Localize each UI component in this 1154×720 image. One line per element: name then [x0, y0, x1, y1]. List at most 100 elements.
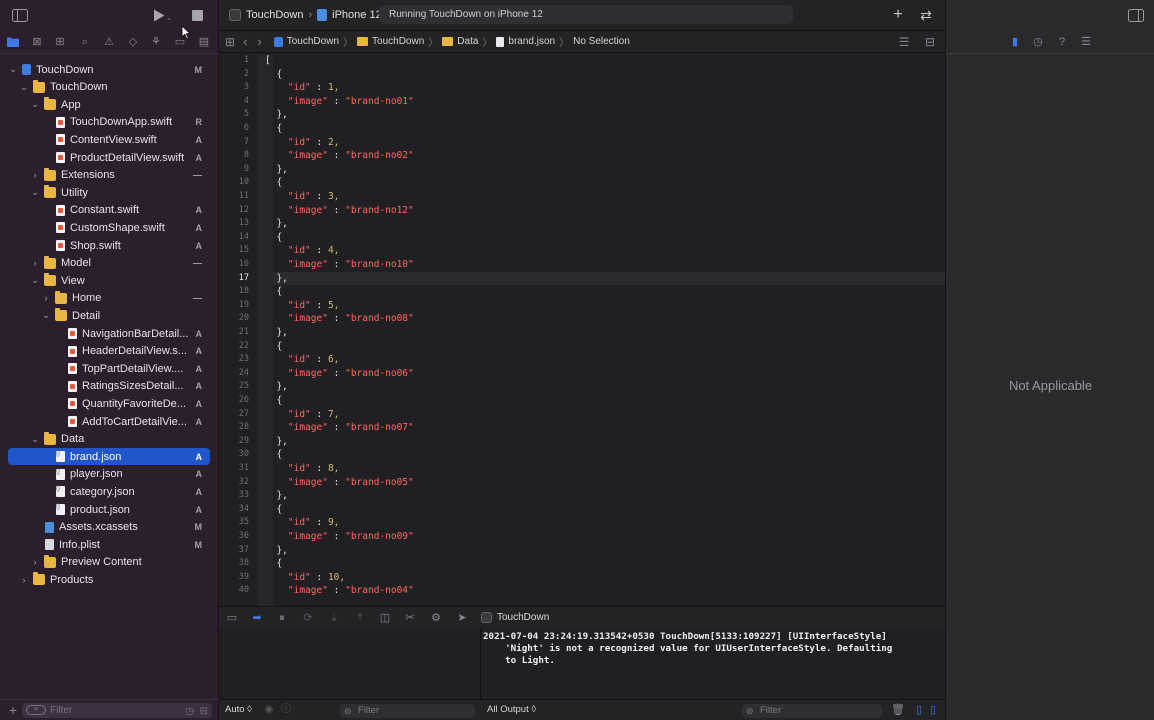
code-line[interactable]: "id" : 9, [265, 516, 340, 530]
code-line[interactable]: { [265, 68, 282, 82]
output-scope-selector[interactable]: All Output ◊ [487, 704, 536, 715]
attributes-inspector-icon[interactable]: ☰ [1080, 35, 1092, 49]
tree-item-file[interactable]: ContentView.swift A [8, 131, 210, 148]
code-line[interactable]: "id" : 3, [265, 190, 340, 204]
test-navigator-icon[interactable]: ◇ [127, 35, 139, 49]
scheme-device[interactable]: iPhone 12 [332, 9, 382, 21]
breakpoint-navigator-icon[interactable]: ▭ [174, 35, 186, 49]
tree-item-group[interactable]: ⌄ App [8, 96, 210, 113]
code-line[interactable]: "id" : 5, [265, 299, 340, 313]
breadcrumb-group[interactable]: TouchDown [357, 36, 424, 47]
history-inspector-icon[interactable]: ◷ [1032, 35, 1044, 49]
chevron-right-icon[interactable]: › [30, 258, 40, 268]
tree-item-file[interactable]: player.json A [8, 466, 210, 483]
step-over-icon[interactable]: ⟳ [302, 612, 314, 624]
code-line[interactable]: }, [265, 326, 287, 340]
variables-view-toggle-icon[interactable]: ▯ [913, 704, 925, 716]
chevron-down-icon[interactable]: ⌄ [166, 14, 172, 22]
tree-item-group[interactable]: › Products [8, 571, 210, 588]
sidebar-toggle-icon[interactable] [12, 8, 28, 22]
split-editor-icon[interactable]: ⊟ [923, 36, 937, 48]
code-line[interactable]: { [265, 557, 282, 571]
navigator-filter-input[interactable]: ≡ Filter ◷ ⊟ [22, 703, 212, 718]
tree-item-file[interactable]: Constant.swift A [8, 202, 210, 219]
chevron-down-icon[interactable]: ⌄ [8, 64, 18, 75]
breadcrumb-data[interactable]: Data [442, 36, 478, 47]
trash-icon[interactable]: 🗑 [891, 704, 905, 716]
code-line[interactable]: }, [265, 217, 287, 231]
breakpoints-toggle-icon[interactable]: ➡ [250, 612, 264, 624]
chevron-down-icon[interactable]: ⌄ [41, 310, 51, 321]
source-editor[interactable]: 1 2 3 4 5 6 7 8 9 10 11 12 13 14 15 16 1… [219, 54, 945, 606]
tree-item-file[interactable]: TopPartDetailView.... A [8, 360, 210, 377]
scm-filter-icon[interactable]: ⊟ [200, 704, 208, 719]
info-icon[interactable]: ⓘ [280, 704, 292, 716]
chevron-down-icon[interactable]: ⌄ [30, 275, 40, 286]
tree-item-file[interactable]: AddToCartDetailVie... A [8, 413, 210, 430]
code-line[interactable]: }, [265, 272, 287, 286]
recent-files-icon[interactable]: ◷ [185, 704, 194, 719]
related-items-icon[interactable]: ⊞ [225, 36, 235, 48]
console-output[interactable]: 2021-07-04 23:24:19.313542+0530 TouchDow… [481, 628, 945, 699]
chevron-right-icon[interactable]: › [19, 575, 29, 585]
tree-item-file[interactable]: Shop.swift A [8, 237, 210, 254]
inspector-toggle-icon[interactable] [1128, 8, 1144, 22]
library-add-icon[interactable]: + [891, 7, 905, 23]
code-line[interactable]: { [265, 503, 282, 517]
code-line[interactable]: "image" : "brand-no04" [265, 584, 414, 598]
code-line[interactable]: "image" : "brand-no12" [265, 204, 414, 218]
code-line[interactable]: }, [265, 163, 287, 177]
code-line[interactable]: { [265, 231, 282, 245]
warning-icon[interactable]: ⚠ [103, 35, 115, 49]
code-line[interactable]: "id" : 4, [265, 244, 340, 258]
variables-filter-input[interactable]: ⊜ Filter [340, 704, 475, 718]
tree-item-group[interactable]: › Model — [8, 255, 210, 272]
code-line[interactable]: "id" : 2, [265, 136, 340, 150]
code-line[interactable]: "id" : 8, [265, 462, 340, 476]
tree-item-group[interactable]: › Preview Content [8, 554, 210, 571]
code-line[interactable]: { [265, 340, 282, 354]
tree-item-file[interactable]: RatingsSizesDetail... A [8, 378, 210, 395]
run-button[interactable] [151, 7, 167, 23]
code-line[interactable]: "image" : "brand-no10" [265, 258, 414, 272]
chevron-down-icon[interactable]: ⌄ [30, 434, 40, 445]
chevron-right-icon[interactable]: › [30, 170, 40, 180]
chevron-right-icon[interactable]: › [30, 557, 40, 567]
code-line[interactable]: }, [265, 489, 287, 503]
code-line[interactable]: }, [265, 108, 287, 122]
memory-graph-icon[interactable]: ✂ [404, 612, 416, 624]
console-view-toggle-icon[interactable]: ▯ [927, 704, 939, 716]
stop-button[interactable] [190, 8, 204, 22]
tree-item-file[interactable]: QuantityFavoriteDe... A [8, 395, 210, 412]
code-line[interactable]: { [265, 394, 282, 408]
code-line[interactable]: "image" : "brand-no07" [265, 421, 414, 435]
help-inspector-icon[interactable]: ? [1056, 35, 1068, 49]
code-line[interactable]: { [265, 122, 282, 136]
code-review-icon[interactable]: ⇄ [918, 7, 934, 23]
code-line[interactable]: "id" : 10, [265, 571, 345, 585]
code-line[interactable]: "image" : "brand-no01" [265, 95, 414, 109]
search-icon[interactable]: ⌕ [79, 35, 91, 49]
view-debugger-icon[interactable]: ◫ [379, 612, 391, 624]
symbol-navigator-icon[interactable]: ⊞ [54, 35, 66, 49]
step-out-icon[interactable]: ⤒ [354, 612, 366, 624]
source-control-icon[interactable]: ⊠ [31, 35, 43, 49]
eye-icon[interactable]: ◉ [263, 704, 275, 716]
report-navigator-icon[interactable]: ▤ [198, 35, 210, 49]
environment-overrides-icon[interactable]: ⚙ [430, 612, 442, 624]
tree-item-file-selected[interactable]: brand.json A [8, 448, 210, 466]
code-line[interactable]: "image" : "brand-no05" [265, 476, 414, 490]
scheme-project[interactable]: TouchDown [246, 9, 303, 21]
tree-item-group[interactable]: ⌄ View [8, 272, 210, 289]
code-line[interactable]: [ [265, 54, 271, 68]
tree-item-file[interactable]: NavigationBarDetail... A [8, 325, 210, 342]
code-line[interactable]: { [265, 176, 282, 190]
tree-item-group[interactable]: ⌄ TouchDown [8, 79, 210, 96]
code-line[interactable]: "image" : "brand-no08" [265, 312, 414, 326]
chevron-down-icon[interactable]: ⌄ [30, 99, 40, 110]
breadcrumb-selection[interactable]: No Selection [573, 36, 630, 47]
pause-icon[interactable]: ⏸ [276, 612, 288, 624]
tree-item-group[interactable]: ⌄ Data [8, 431, 210, 448]
breadcrumb-project[interactable]: TouchDown [273, 36, 339, 47]
line-number-gutter[interactable]: 1 2 3 4 5 6 7 8 9 10 11 12 13 14 15 16 1… [219, 54, 257, 606]
